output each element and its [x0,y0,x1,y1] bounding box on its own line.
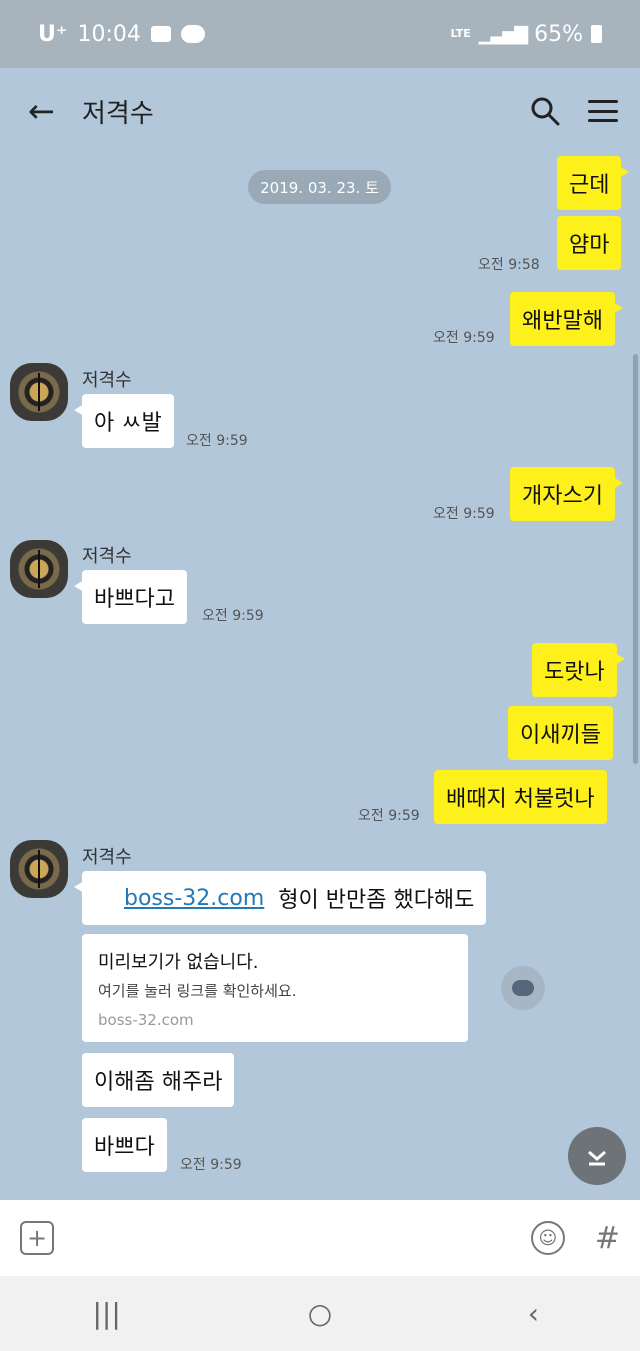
emoji-icon[interactable]: ☺ [530,1221,565,1255]
avatar[interactable] [10,540,68,598]
message-bubble[interactable]: 바쁘다 [82,1118,167,1172]
message-bubble[interactable]: 배때지 처불럿나 [434,770,607,824]
link-preview-domain: boss-32.com [98,1011,194,1029]
back-icon[interactable]: ‹ [493,1297,573,1330]
input-bar: + ☺ # [0,1200,640,1276]
plus-icon[interactable]: + [20,1221,54,1255]
menu-icon[interactable] [588,96,618,126]
gallery-icon [150,26,171,42]
sender-name: 저격수 [82,847,132,868]
message-time: 오전 9:59 [433,330,495,346]
sender-name: 저격수 [82,370,132,391]
message-link[interactable]: boss-32.com [124,886,264,911]
battery-percent: 65% [534,21,583,47]
message-bubble[interactable]: 이새끼들 [508,706,613,760]
date-divider: 2019. 03. 23. 토 [248,170,391,204]
message-time: 오전 9:59 [358,808,420,824]
message-bubble[interactable]: 얌마 [557,216,622,270]
scrollbar[interactable] [633,354,638,764]
message-time: 오전 9:59 [433,506,495,522]
carrier-label: U⁺ [38,21,68,47]
chat-title: 저격수 [82,98,154,129]
sender-name: 저격수 [82,546,132,567]
status-bar: U⁺ 10:04 LTE ▁▃▅▇ 65% [0,0,640,68]
message-time: 오전 9:59 [180,1157,242,1173]
link-preview-card[interactable]: 미리보기가 없습니다. 여기를 눌러 링크를 확인하세요. boss-32.co… [82,934,468,1042]
message-bubble[interactable]: boss-32.com 형이 반만좀 했다해도 [73,871,487,925]
link-preview-subtitle: 여기를 눌러 링크를 확인하세요. [98,982,297,1000]
network-type: LTE [450,27,471,40]
speech-bubble-icon [512,980,534,996]
back-arrow-icon[interactable]: ← [28,92,68,130]
message-bubble[interactable]: 이해좀 해주라 [82,1053,235,1107]
message-bubble[interactable]: 근데 [557,156,631,210]
message-time: 오전 9:59 [202,608,264,624]
battery-icon [591,25,602,43]
share-button[interactable] [501,966,545,1010]
chevron-down-icon [588,1150,606,1166]
recents-icon[interactable]: ||| [67,1297,147,1330]
clock: 10:04 [77,21,141,47]
avatar[interactable] [10,840,68,898]
message-bubble[interactable]: 왜반말해 [510,292,623,346]
search-icon[interactable] [526,92,564,130]
talk-notification-icon [180,25,205,43]
message-bubble[interactable]: 개자스기 [510,467,623,521]
hash-button[interactable]: # [595,1221,620,1256]
system-nav-bar: ||| ○ ‹ [0,1276,640,1351]
message-text: 형이 반만좀 했다해도 [278,888,475,913]
signal-icon: ▁▃▅▇ [478,23,528,45]
message-bubble[interactable]: 도랏나 [532,643,625,697]
message-bubble[interactable]: 아 ㅆ발 [74,394,174,448]
link-preview-title: 미리보기가 없습니다. [98,952,259,973]
message-time: 오전 9:59 [186,433,248,449]
message-bubble[interactable]: 바쁘다고 [74,570,187,624]
message-time: 오전 9:58 [478,257,540,273]
home-icon[interactable]: ○ [280,1297,360,1330]
scroll-to-bottom-button[interactable] [568,1127,626,1185]
chat-header: ← 저격수 [0,68,640,154]
avatar[interactable] [10,363,68,421]
